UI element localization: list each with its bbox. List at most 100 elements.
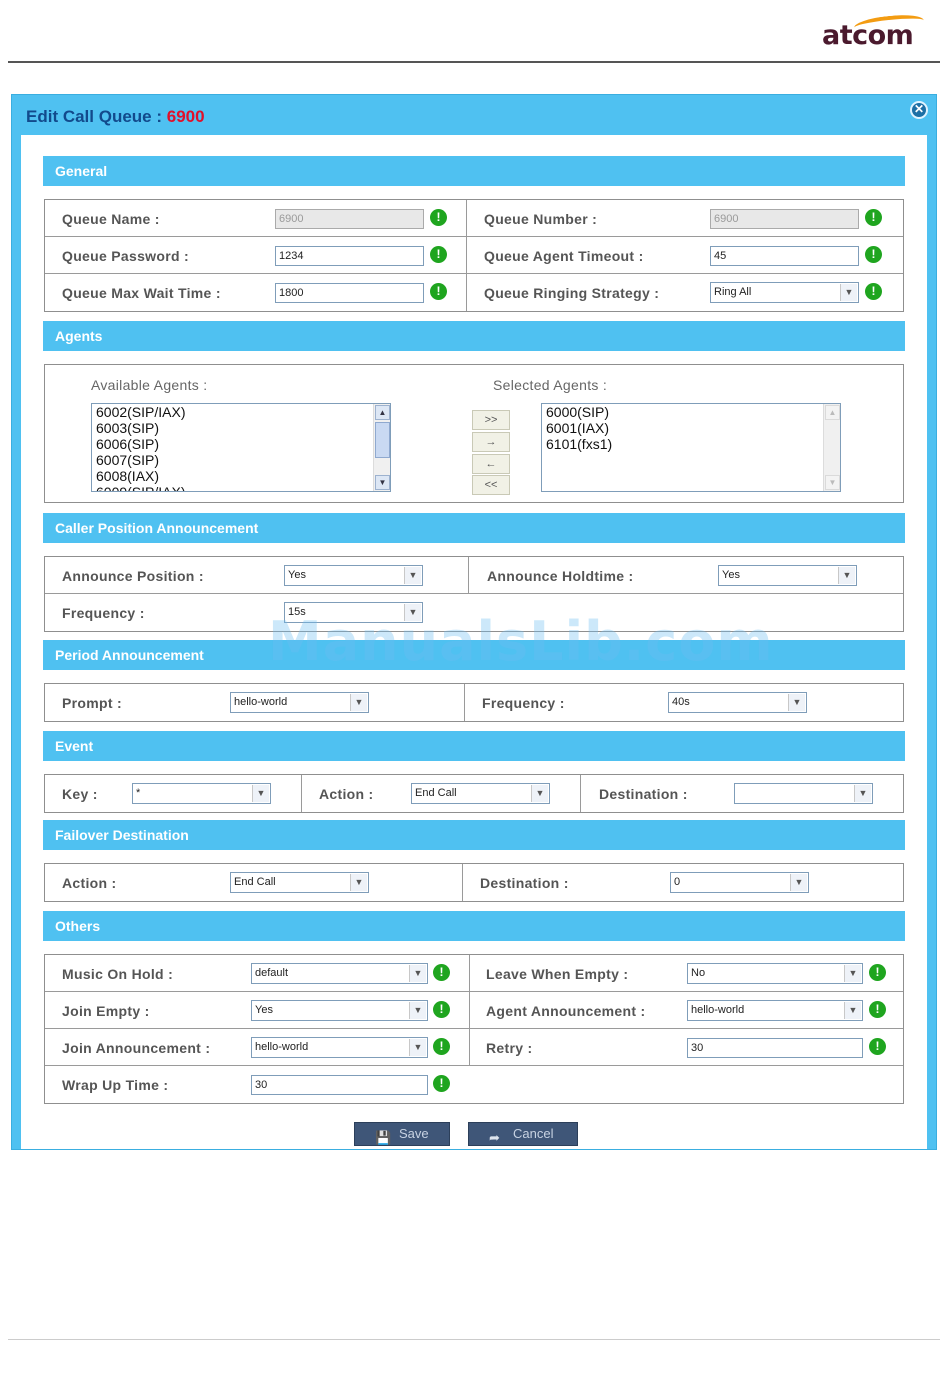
- move-all-left-button[interactable]: <<: [472, 475, 510, 495]
- section-agents: Agents: [43, 321, 905, 351]
- chevron-down-icon: ▼: [854, 785, 871, 802]
- agents-box: Available Agents : Selected Agents : 600…: [44, 364, 904, 503]
- chevron-down-icon: ▼: [350, 694, 367, 711]
- close-icon[interactable]: ✕: [910, 101, 928, 119]
- queue-password-input[interactable]: [275, 246, 424, 266]
- valid-icon: !: [869, 964, 886, 981]
- list-item[interactable]: 6003(SIP): [92, 420, 390, 436]
- join-announcement-select[interactable]: hello-world ▼: [251, 1037, 428, 1058]
- list-item[interactable]: 6101(fxs1): [542, 436, 840, 452]
- section-event: Event: [43, 731, 905, 761]
- music-on-hold-select[interactable]: default ▼: [251, 963, 428, 984]
- announce-position-label: Announce Position :: [62, 568, 204, 584]
- chevron-down-icon: ▼: [252, 785, 269, 802]
- save-button[interactable]: 💾 Save: [354, 1122, 450, 1146]
- valid-icon: !: [865, 246, 882, 263]
- chevron-down-icon: ▼: [350, 874, 367, 891]
- section-failover: Failover Destination: [43, 820, 905, 850]
- failover-action-label: Action :: [62, 875, 117, 891]
- scroll-down-icon[interactable]: ▼: [825, 475, 840, 490]
- failover-action-select[interactable]: End Call ▼: [230, 872, 369, 893]
- agent-announcement-label: Agent Announcement :: [486, 1003, 646, 1019]
- prompt-select[interactable]: hello-world ▼: [230, 692, 369, 713]
- queue-name-label: Queue Name :: [62, 211, 160, 227]
- leave-when-empty-select[interactable]: No ▼: [687, 963, 863, 984]
- move-right-button[interactable]: →: [472, 432, 510, 452]
- list-item[interactable]: 6007(SIP): [92, 452, 390, 468]
- period-row: Prompt : hello-world ▼ Frequency : 40s ▼: [45, 684, 903, 721]
- list-item[interactable]: 6002(SIP/IAX): [92, 404, 390, 420]
- valid-icon: !: [869, 1038, 886, 1055]
- chevron-down-icon: ▼: [409, 1039, 426, 1056]
- agent-announcement-select[interactable]: hello-world ▼: [687, 1000, 863, 1021]
- list-item[interactable]: 6001(IAX): [542, 420, 840, 436]
- announce-holdtime-select[interactable]: Yes ▼: [718, 565, 857, 586]
- general-row-1: Queue Name : ! Queue Number : !: [45, 200, 903, 237]
- event-action-select[interactable]: End Call ▼: [411, 783, 550, 804]
- others-row-2: Join Empty : Yes ▼ ! Agent Announcement :…: [45, 992, 903, 1029]
- wrap-up-label: Wrap Up Time :: [62, 1077, 169, 1093]
- scroll-down-icon[interactable]: ▼: [375, 475, 390, 490]
- others-box: Music On Hold : default ▼ ! Leave When Em…: [44, 954, 904, 1104]
- move-all-right-button[interactable]: >>: [472, 410, 510, 430]
- failover-destination-select[interactable]: 0 ▼: [670, 872, 809, 893]
- event-action-label: Action :: [319, 786, 374, 802]
- scroll-thumb[interactable]: [375, 422, 390, 458]
- chevron-down-icon: ▼: [404, 567, 421, 584]
- section-others: Others: [43, 911, 905, 941]
- scroll-up-icon[interactable]: ▲: [375, 405, 390, 420]
- chevron-down-icon: ▼: [531, 785, 548, 802]
- chevron-down-icon: ▼: [788, 694, 805, 711]
- cancel-icon: ➦: [489, 1130, 500, 1145]
- leave-when-empty-label: Leave When Empty :: [486, 966, 629, 982]
- announce-position-select[interactable]: Yes ▼: [284, 565, 423, 586]
- queue-number-input[interactable]: [710, 209, 859, 229]
- caller-row-1: Announce Position : Yes ▼ Announce Holdti…: [45, 557, 903, 594]
- max-wait-input[interactable]: [275, 283, 424, 303]
- valid-icon: !: [430, 283, 447, 300]
- dialog-title: Edit Call Queue : 6900: [26, 107, 205, 126]
- agent-timeout-input[interactable]: [710, 246, 859, 266]
- period-frequency-select[interactable]: 40s ▼: [668, 692, 807, 713]
- section-general: General: [43, 156, 905, 186]
- ringing-strategy-select[interactable]: Ring All ▼: [710, 282, 859, 303]
- queue-name-input[interactable]: [275, 209, 424, 229]
- join-empty-select[interactable]: Yes ▼: [251, 1000, 428, 1021]
- chevron-down-icon: ▼: [840, 284, 857, 301]
- general-row-3: Queue Max Wait Time : ! Queue Ringing St…: [45, 274, 903, 311]
- key-label: Key :: [62, 786, 98, 802]
- cancel-button[interactable]: ➦ Cancel: [468, 1122, 578, 1146]
- list-item[interactable]: 6006(SIP): [92, 436, 390, 452]
- failover-box: Action : End Call ▼ Destination : 0 ▼: [44, 863, 904, 902]
- scroll-up-icon[interactable]: ▲: [825, 405, 840, 420]
- list-item[interactable]: 6000(SIP): [542, 404, 840, 420]
- key-select[interactable]: * ▼: [132, 783, 271, 804]
- available-agents-label: Available Agents :: [91, 377, 208, 393]
- selected-agents-label: Selected Agents :: [493, 377, 608, 393]
- event-destination-select[interactable]: ▼: [734, 783, 873, 804]
- selected-agents-list[interactable]: 6000(SIP) 6001(IAX) 6101(fxs1) ▲ ▼: [541, 403, 841, 492]
- chevron-down-icon: ▼: [790, 874, 807, 891]
- prompt-label: Prompt :: [62, 695, 122, 711]
- valid-icon: !: [869, 1001, 886, 1018]
- save-icon: 💾: [375, 1130, 392, 1145]
- period-frequency-label: Frequency :: [482, 695, 565, 711]
- valid-icon: !: [433, 964, 450, 981]
- retry-input[interactable]: [687, 1038, 863, 1058]
- valid-icon: !: [865, 209, 882, 226]
- list-item[interactable]: 6009(SIP/IAX): [92, 484, 390, 491]
- wrap-up-input[interactable]: [251, 1075, 428, 1095]
- event-box: Key : * ▼ Action : End Call ▼ Destination …: [44, 774, 904, 813]
- selected-list-scrollbar[interactable]: ▲ ▼: [823, 404, 840, 491]
- valid-icon: !: [433, 1038, 450, 1055]
- valid-icon: !: [433, 1001, 450, 1018]
- move-left-button[interactable]: ←: [472, 454, 510, 474]
- list-item[interactable]: 6008(IAX): [92, 468, 390, 484]
- ringing-strategy-label: Queue Ringing Strategy :: [484, 285, 660, 301]
- available-list-scrollbar[interactable]: ▲ ▼: [373, 404, 390, 491]
- queue-number-label: Queue Number :: [484, 211, 598, 227]
- available-agents-list[interactable]: 6002(SIP/IAX) 6003(SIP) 6006(SIP) 6007(S…: [91, 403, 391, 492]
- valid-icon: !: [865, 283, 882, 300]
- footer-divider: [8, 1339, 940, 1340]
- join-empty-label: Join Empty :: [62, 1003, 150, 1019]
